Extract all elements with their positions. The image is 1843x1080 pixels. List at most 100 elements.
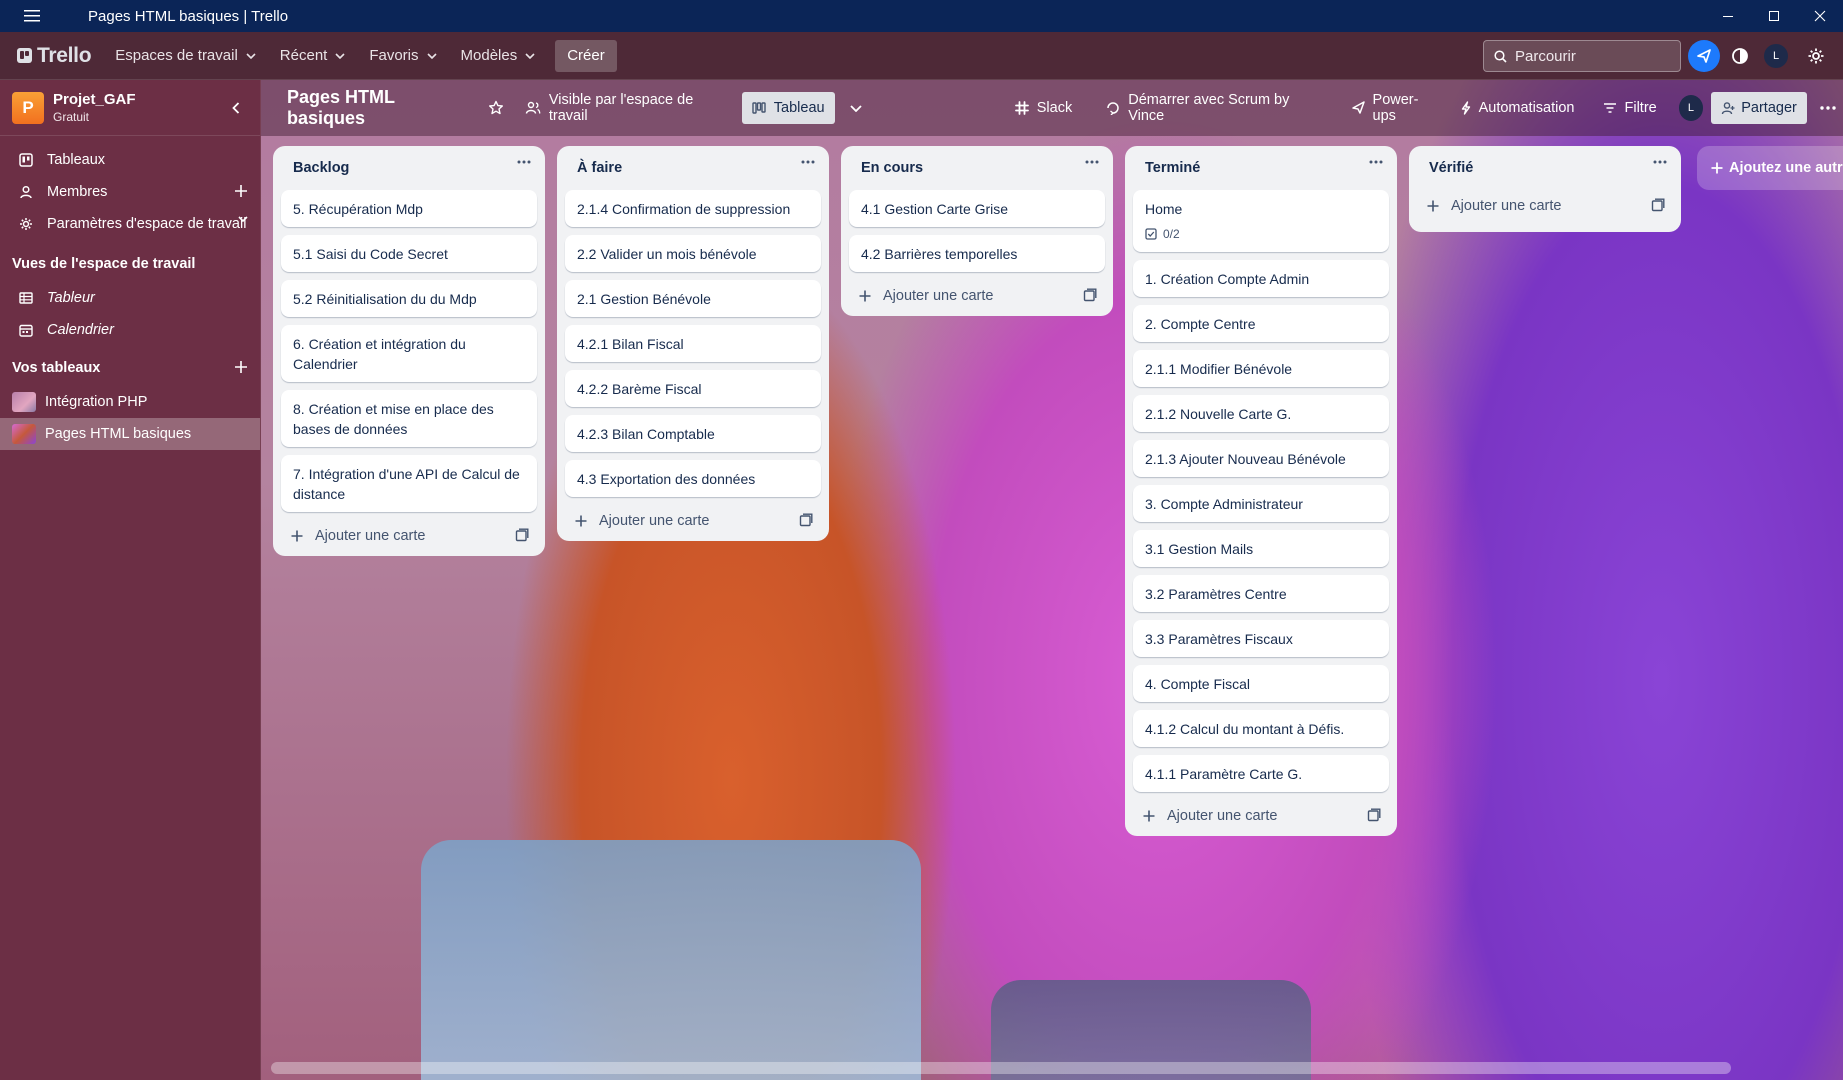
list-more-icon[interactable]	[1369, 160, 1383, 164]
sidebar-item-boards[interactable]: Tableaux	[0, 144, 260, 176]
filter-button[interactable]: Filtre	[1593, 92, 1667, 124]
card[interactable]: 2.2 Valider un mois bénévole	[565, 235, 821, 272]
add-board-icon[interactable]	[234, 360, 248, 374]
card[interactable]: 2.1.3 Ajouter Nouveau Bénévole	[1133, 440, 1389, 477]
sidebar-board-integration-php[interactable]: Intégration PHP	[0, 386, 260, 418]
create-button[interactable]: Créer	[555, 39, 617, 72]
list-more-icon[interactable]	[1653, 160, 1667, 164]
nav-workspaces-menu[interactable]: Espaces de travail	[103, 40, 268, 72]
nav-recent-menu[interactable]: Récent	[268, 40, 358, 72]
nav-templates-menu[interactable]: Modèles	[449, 40, 548, 72]
list-title[interactable]: Terminé	[1145, 160, 1200, 176]
star-icon[interactable]	[481, 92, 511, 124]
sidebar-board-pages-html-basiques[interactable]: Pages HTML basiques	[0, 418, 260, 450]
card-template-icon[interactable]	[1367, 808, 1381, 822]
workspace-name[interactable]: Projet_GAF	[53, 91, 136, 108]
card[interactable]: 2.1.2 Nouvelle Carte G.	[1133, 395, 1389, 432]
add-card-button[interactable]: Ajouter une carte	[1417, 190, 1673, 222]
board-title[interactable]: Pages HTML basiques	[287, 87, 467, 129]
list-title[interactable]: À faire	[577, 160, 622, 176]
theme-toggle-icon[interactable]	[1728, 44, 1752, 68]
card[interactable]: 4.2 Barrières temporelles	[849, 235, 1105, 272]
sidebar-item-members[interactable]: Membres	[0, 176, 260, 208]
card[interactable]: 4.3 Exportation des données	[565, 460, 821, 497]
maximize-icon[interactable]	[1751, 0, 1797, 32]
collapse-sidebar-icon[interactable]	[226, 98, 246, 118]
settings-gear-icon[interactable]	[1804, 44, 1828, 68]
card[interactable]: 4.1.2 Calcul du montant à Défis.	[1133, 710, 1389, 747]
list-header[interactable]: Terminé	[1125, 146, 1397, 190]
automation-button[interactable]: Automatisation	[1451, 92, 1585, 124]
card[interactable]: 5. Récupération Mdp	[281, 190, 537, 227]
card[interactable]: 1. Création Compte Admin	[1133, 260, 1389, 297]
card[interactable]: 7. Intégration d'une API de Calcul de di…	[281, 455, 537, 512]
notifications-button[interactable]	[1688, 40, 1720, 72]
card[interactable]: 4.1.1 Paramètre Carte G.	[1133, 755, 1389, 792]
share-button[interactable]: Partager	[1711, 92, 1807, 124]
hamburger-menu-icon[interactable]	[0, 0, 64, 32]
slack-powerup-button[interactable]: Slack	[1005, 92, 1082, 124]
scrum-powerup-button[interactable]: Démarrer avec Scrum by Vince	[1096, 92, 1326, 124]
card[interactable]: 3.2 Paramètres Centre	[1133, 575, 1389, 612]
card[interactable]: 4. Compte Fiscal	[1133, 665, 1389, 702]
list-more-icon[interactable]	[1085, 160, 1099, 164]
add-list-button[interactable]: Ajoutez une autre	[1697, 146, 1843, 190]
card[interactable]: 5.2 Réinitialisation du du Mdp	[281, 280, 537, 317]
list-title[interactable]: En cours	[861, 160, 923, 176]
sidebar-item-table-view[interactable]: Tableur	[0, 282, 260, 314]
list-title[interactable]: Backlog	[293, 160, 349, 176]
card[interactable]: 4.2.3 Bilan Comptable	[565, 415, 821, 452]
card[interactable]: 6. Création et intégration du Calendrier	[281, 325, 537, 382]
view-switcher-board[interactable]: Tableau	[741, 92, 835, 124]
nav-favorites-menu[interactable]: Favoris	[357, 40, 448, 72]
list-header[interactable]: En cours	[841, 146, 1113, 190]
board-view-icon	[752, 102, 766, 114]
card-template-icon[interactable]	[799, 513, 813, 527]
board-label: Intégration PHP	[45, 394, 148, 410]
user-avatar[interactable]: L	[1764, 44, 1788, 68]
more-views-chevron-icon[interactable]	[841, 92, 871, 124]
list-more-icon[interactable]	[801, 160, 815, 164]
nav-label: Favoris	[369, 47, 419, 64]
add-card-button[interactable]: Ajouter une carte	[849, 280, 1105, 312]
add-card-button[interactable]: Ajouter une carte	[1133, 800, 1389, 832]
card[interactable]: 2. Compte Centre	[1133, 305, 1389, 342]
list-more-icon[interactable]	[517, 160, 531, 164]
add-card-button[interactable]: Ajouter une carte	[565, 505, 821, 537]
more-horizontal-icon[interactable]	[1813, 92, 1843, 124]
card[interactable]: 2.1.1 Modifier Bénévole	[1133, 350, 1389, 387]
add-card-button[interactable]: Ajouter une carte	[281, 520, 537, 552]
card[interactable]: 4.2.2 Barème Fiscal	[565, 370, 821, 407]
card[interactable]: 2.1.4 Confirmation de suppression	[565, 190, 821, 227]
board-member-avatar[interactable]: L	[1678, 95, 1704, 121]
close-icon[interactable]	[1797, 0, 1843, 32]
sidebar-item-workspace-settings[interactable]: Paramètres d'espace de travail	[0, 208, 260, 240]
card[interactable]: 5.1 Saisi du Code Secret	[281, 235, 537, 272]
card[interactable]: 3.1 Gestion Mails	[1133, 530, 1389, 567]
card[interactable]: 3.3 Paramètres Fiscaux	[1133, 620, 1389, 657]
list-en-cours: En cours 4.1 Gestion Carte Grise 4.2 Bar…	[841, 146, 1113, 316]
trello-logo[interactable]: Trello	[17, 44, 92, 68]
horizontal-scrollbar[interactable]	[271, 1062, 1731, 1074]
card[interactable]: 4.1 Gestion Carte Grise	[849, 190, 1105, 227]
sidebar-item-calendar-view[interactable]: Calendrier	[0, 314, 260, 346]
list-title[interactable]: Vérifié	[1429, 160, 1473, 176]
list-header[interactable]: Backlog	[273, 146, 545, 190]
list-header[interactable]: Vérifié	[1409, 146, 1681, 190]
card[interactable]: Home 0/2	[1133, 190, 1389, 252]
card-template-icon[interactable]	[1651, 198, 1665, 212]
card-template-icon[interactable]	[515, 528, 529, 542]
add-member-icon[interactable]	[234, 184, 248, 198]
card[interactable]: 3. Compte Administrateur	[1133, 485, 1389, 522]
powerups-button[interactable]: Power-ups	[1341, 92, 1447, 124]
card-template-icon[interactable]	[1083, 288, 1097, 302]
card[interactable]: 4.2.1 Bilan Fiscal	[565, 325, 821, 362]
add-card-label: Ajouter une carte	[599, 513, 710, 529]
search-input[interactable]: Parcourir	[1483, 40, 1681, 72]
visibility-button[interactable]: Visible par l'espace de travail	[515, 92, 734, 124]
minimize-icon[interactable]	[1705, 0, 1751, 32]
card[interactable]: 8. Création et mise en place des bases d…	[281, 390, 537, 447]
card[interactable]: 2.1 Gestion Bénévole	[565, 280, 821, 317]
list-header[interactable]: À faire	[557, 146, 829, 190]
board-thumbnail	[12, 392, 36, 412]
